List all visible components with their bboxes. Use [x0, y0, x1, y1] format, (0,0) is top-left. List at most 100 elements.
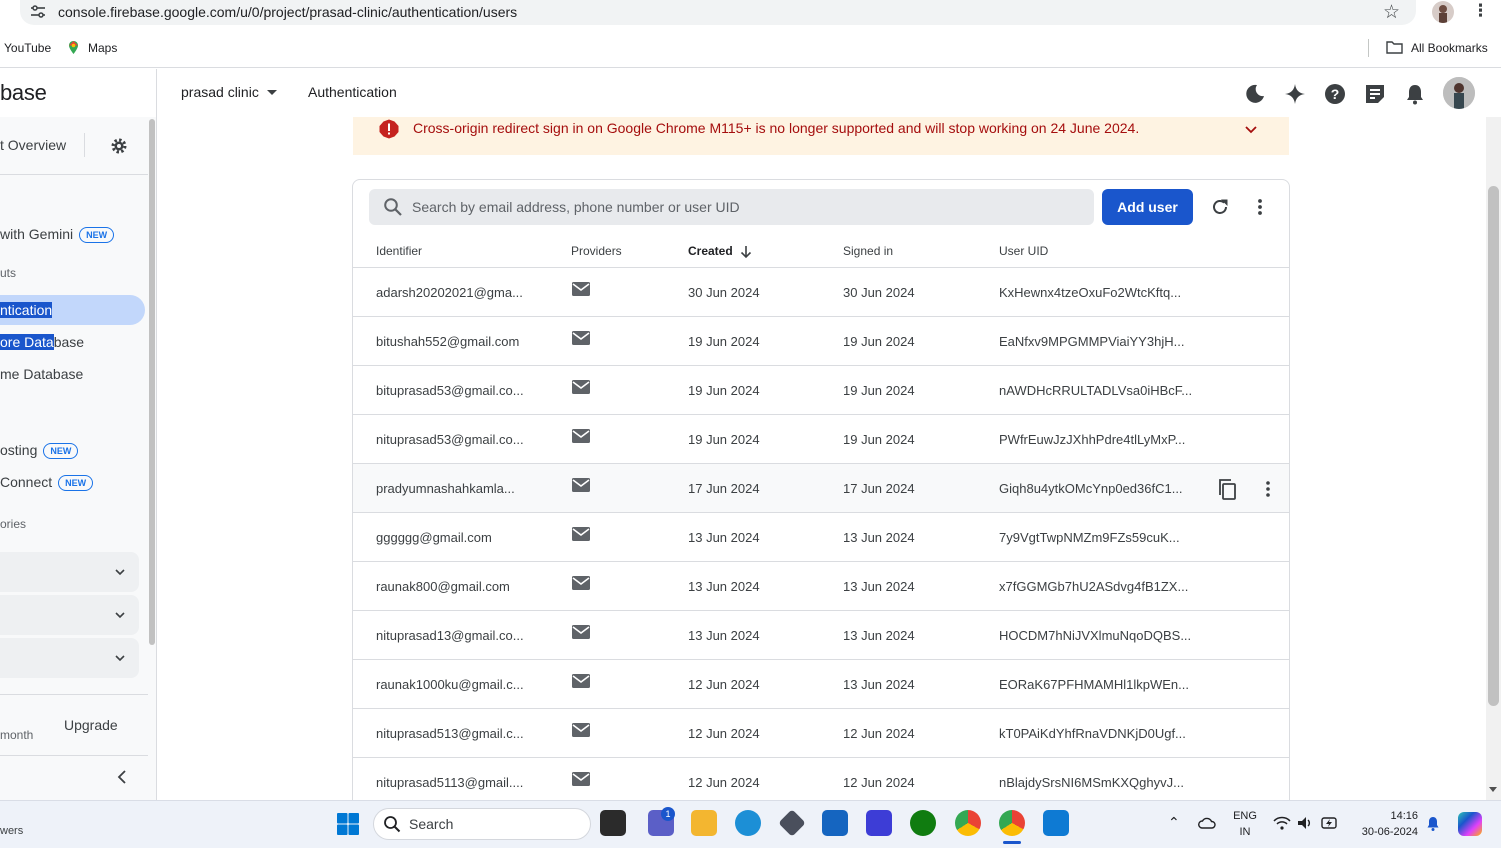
site-info-icon[interactable]: [30, 5, 46, 19]
account-avatar[interactable]: [1443, 77, 1475, 109]
chevron-down-icon[interactable]: [115, 567, 125, 577]
column-header-created[interactable]: Created: [688, 244, 733, 258]
search-icon: [384, 816, 401, 833]
notifications-bell-icon[interactable]: [1403, 82, 1427, 106]
region-indicator[interactable]: IN: [1230, 826, 1260, 838]
bookmark-star-icon[interactable]: ☆: [1383, 1, 1400, 24]
refresh-icon[interactable]: [1210, 197, 1230, 217]
caret-down-icon[interactable]: [267, 90, 277, 95]
clock-date[interactable]: 30-06-2024: [1354, 826, 1418, 838]
scroll-down-arrow-icon[interactable]: [1489, 787, 1497, 792]
bookmark-youtube[interactable]: YouTube: [4, 41, 51, 55]
help-icon[interactable]: ?: [1323, 82, 1347, 106]
volume-icon[interactable]: [1297, 816, 1315, 830]
user-identifier: gggggg@gmail.com: [376, 530, 492, 545]
user-uid: KxHewnx4tzeOxuFo2WtcKftq...: [999, 285, 1182, 300]
taskbar-widget-text[interactable]: wers: [0, 825, 23, 837]
sidebar-item-firestore[interactable]: ore Database: [0, 334, 84, 350]
sidebar-divider-3: [0, 755, 148, 756]
user-uid: nBlajdySrsNI6MSmKXQghyvJ...: [999, 775, 1184, 790]
sidebar-item-hosting[interactable]: osting NEW: [0, 442, 79, 460]
sidebar-item-data-connect[interactable]: Connect NEW: [0, 474, 94, 492]
add-user-button[interactable]: Add user: [1102, 189, 1193, 225]
taskbar-search-label[interactable]: Search: [409, 816, 453, 832]
signed-in-date: 13 Jun 2024: [843, 677, 915, 692]
release-notes-icon[interactable]: [1363, 82, 1387, 106]
column-header-providers[interactable]: Providers: [571, 244, 622, 258]
sidebar-item-realtime-db[interactable]: me Database: [0, 366, 83, 382]
user-identifier: nituprasad5113@gmail....: [376, 775, 524, 790]
signed-in-date: 19 Jun 2024: [843, 334, 915, 349]
collapse-sidebar-icon[interactable]: [116, 770, 128, 784]
clock-time[interactable]: 14:16: [1354, 810, 1418, 822]
app-icon-nn[interactable]: [866, 810, 892, 836]
error-icon: [379, 119, 399, 139]
chevron-up-icon[interactable]: ⌃: [1168, 814, 1180, 831]
row-more-options-icon[interactable]: [1263, 479, 1273, 499]
onedrive-cloud-icon[interactable]: [1198, 816, 1216, 830]
chevron-down-icon[interactable]: [115, 653, 125, 663]
table-row[interactable]: adarsh20202021@gma... 30 Jun 2024 30 Jun 2…: [353, 268, 1289, 317]
sort-descending-arrow-icon[interactable]: [740, 245, 752, 259]
sidebar-scroll-thumb[interactable]: [149, 119, 155, 645]
table-row[interactable]: gggggg@gmail.com 13 Jun 2024 13 Jun 2024 7y…: [353, 513, 1289, 562]
new-badge: NEW: [58, 475, 94, 492]
table-row[interactable]: raunak1000ku@gmail.c... 12 Jun 2024 13 Jun…: [353, 660, 1289, 709]
taskbar-search-input[interactable]: [373, 808, 591, 840]
search-placeholder[interactable]: Search by email address, phone number or…: [412, 199, 740, 215]
email-provider-icon: [572, 625, 590, 639]
page-scroll-thumb[interactable]: [1488, 186, 1499, 706]
battery-charging-icon[interactable]: [1321, 815, 1339, 831]
table-row[interactable]: bituprasad53@gmail.co... 19 Jun 2024 19 Ju…: [353, 366, 1289, 415]
sidebar-item-gemini[interactable]: with Gemini NEW: [0, 226, 115, 244]
email-provider-icon: [572, 527, 590, 541]
bookmark-maps[interactable]: Maps: [88, 41, 117, 55]
more-options-icon[interactable]: [1252, 197, 1268, 217]
chevron-down-icon[interactable]: [1245, 125, 1257, 135]
column-header-identifier[interactable]: Identifier: [376, 244, 422, 258]
column-header-user-uid[interactable]: User UID: [999, 244, 1048, 258]
overview-divider: [84, 133, 85, 157]
table-row[interactable]: nituprasad53@gmail.co... 19 Jun 2024 19 Ju…: [353, 415, 1289, 464]
notifications-bell-icon[interactable]: [1426, 816, 1440, 832]
user-uid: EaNfxv9MPGMMPViaiYY3hjH...: [999, 334, 1185, 349]
chevron-down-icon[interactable]: [115, 610, 125, 620]
table-row[interactable]: nituprasad13@gmail.co... 13 Jun 2024 13 Ju…: [353, 611, 1289, 660]
language-indicator[interactable]: ENG: [1230, 810, 1260, 822]
email-provider-icon: [572, 772, 590, 786]
task-view-icon[interactable]: [600, 810, 626, 836]
sidebar-project-overview[interactable]: t Overview: [0, 137, 66, 153]
url-text[interactable]: console.firebase.google.com/u/0/project/…: [58, 4, 517, 20]
microsoft-store-icon[interactable]: [822, 810, 848, 836]
edge-browser-icon[interactable]: [735, 810, 761, 836]
dark-mode-icon[interactable]: [1243, 82, 1267, 106]
table-row[interactable]: bitushah552@gmail.com 19 Jun 2024 19 Jun 2…: [353, 317, 1289, 366]
column-header-signed-in[interactable]: Signed in: [843, 244, 893, 258]
vscode-icon[interactable]: [1043, 810, 1069, 836]
copy-uid-icon[interactable]: [1217, 478, 1237, 500]
all-bookmarks[interactable]: All Bookmarks: [1411, 41, 1488, 55]
browser-menu-icon[interactable]: ⋮: [1472, 1, 1489, 21]
settings-gear-icon[interactable]: [109, 136, 129, 156]
project-selector[interactable]: prasad clinic: [181, 84, 259, 100]
user-identifier: raunak800@gmail.com: [376, 579, 510, 594]
new-badge: NEW: [79, 227, 115, 244]
table-row[interactable]: nituprasad513@gmail.c... 12 Jun 2024 12 Ju…: [353, 709, 1289, 758]
windows-start-icon[interactable]: [336, 812, 360, 836]
xbox-icon[interactable]: [910, 810, 936, 836]
new-badge: NEW: [43, 443, 79, 460]
browser-profile-avatar[interactable]: [1432, 1, 1454, 23]
sidebar-item-authentication[interactable]: ntication: [0, 302, 53, 318]
chrome-active-icon[interactable]: [999, 810, 1025, 836]
firebase-brand[interactable]: base: [0, 80, 47, 106]
wifi-icon[interactable]: [1273, 816, 1291, 830]
created-date: 12 Jun 2024: [688, 775, 760, 790]
upgrade-button[interactable]: Upgrade: [64, 717, 118, 733]
user-uid: nAWDHcRRULTADLVsa0iHBcF...: [999, 383, 1193, 398]
gemini-sparkle-icon[interactable]: [1283, 82, 1307, 106]
table-row[interactable]: pradyumnashahkamla... 17 Jun 2024 17 Jun 2…: [353, 464, 1289, 513]
file-explorer-icon[interactable]: [691, 810, 717, 836]
table-row[interactable]: raunak800@gmail.com 13 Jun 2024 13 Jun 202…: [353, 562, 1289, 611]
copilot-icon[interactable]: [1458, 812, 1482, 836]
chrome-icon[interactable]: [955, 810, 981, 836]
